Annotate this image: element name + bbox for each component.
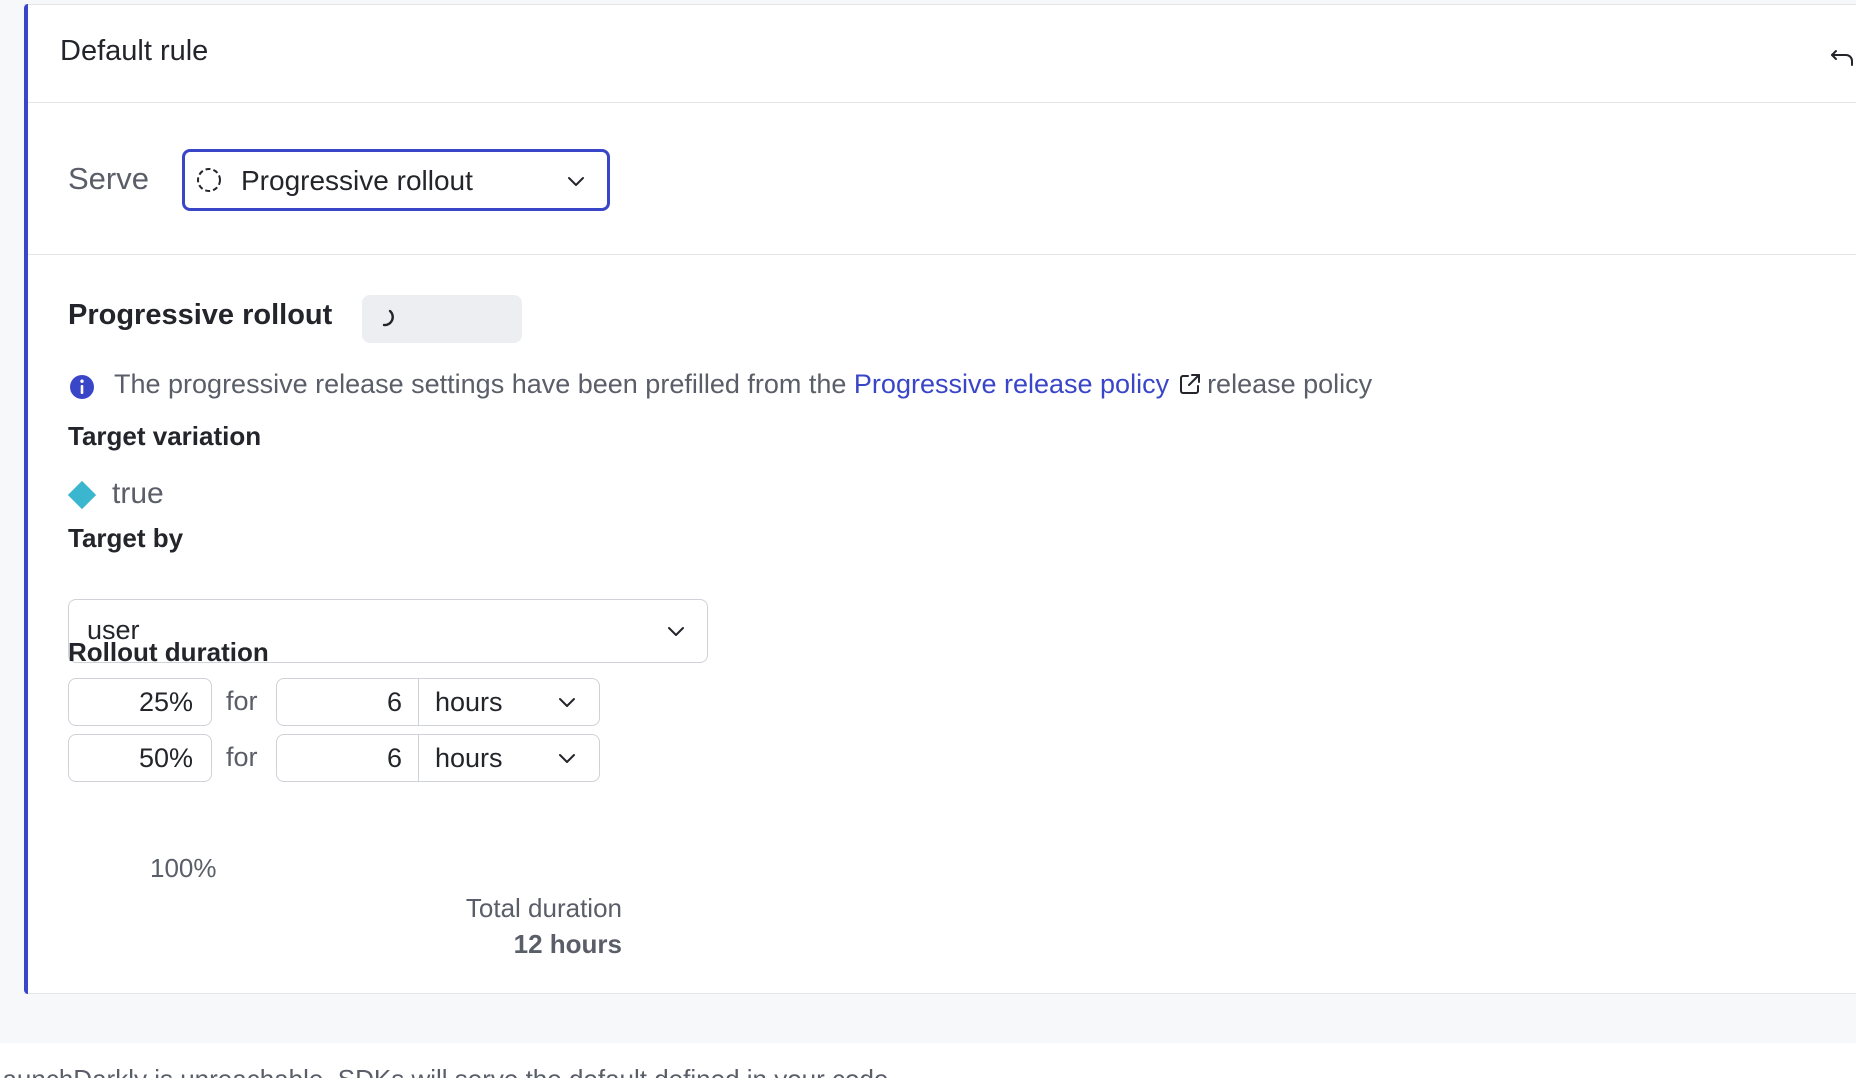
total-duration-value: 12 hours (513, 929, 622, 959)
release-policy-link[interactable]: Progressive release policy (854, 369, 1169, 399)
serve-label: Serve (68, 161, 149, 196)
for-label: for (226, 742, 258, 772)
chevron-down-icon (559, 698, 575, 707)
step-unit-value: hours (435, 687, 503, 717)
info-prefix: The progressive release settings have be… (114, 369, 847, 399)
footer-notice: LaunchDarkly is unreachable, SDKs will s… (0, 1064, 888, 1078)
card-accent-bar (24, 4, 28, 994)
step-percent-input[interactable]: 25% (68, 678, 212, 726)
variation-diamond-icon (67, 480, 97, 510)
variation-text: true (112, 477, 164, 510)
chevron-down-icon (559, 754, 575, 763)
chevron-down-icon (568, 177, 584, 186)
external-link-icon[interactable] (1177, 371, 1203, 397)
step-duration-input[interactable]: 6 (277, 679, 419, 725)
serve-section: Serve Progressive rollout (24, 103, 1856, 255)
target-variation-label: Target variation (68, 421, 262, 451)
step-duration-group: 6 hours (276, 678, 600, 726)
step-duration-input[interactable]: 6 (277, 735, 419, 781)
undo-icon[interactable] (1828, 43, 1856, 71)
total-duration-label: Total duration (465, 893, 622, 923)
step-unit-value: hours (435, 743, 503, 773)
info-icon (70, 375, 94, 399)
step-percent-input[interactable]: 50% (68, 734, 212, 782)
step-duration-group: 6 hours (276, 734, 600, 782)
rollout-step-row: 50% for 6 hours (68, 734, 608, 782)
final-percent: 100% (150, 853, 217, 883)
loading-pill (362, 295, 522, 343)
step-unit-select[interactable]: hours (419, 679, 599, 725)
dashed-circle-icon (197, 168, 221, 192)
info-text: The progressive release settings have be… (114, 369, 1372, 400)
chevron-down-icon (668, 627, 684, 636)
default-rule-card: Default rule Serve Progressive rollout P… (24, 4, 1856, 994)
for-label: for (226, 686, 258, 716)
rollout-step-row: 25% for 6 hours (68, 678, 608, 726)
step-unit-select[interactable]: hours (419, 735, 599, 781)
serve-select[interactable]: Progressive rollout (182, 149, 610, 211)
progressive-rollout-section: Progressive rollout The progressive rele… (24, 255, 1856, 995)
info-suffix: release policy (1207, 369, 1373, 399)
target-by-label: Target by (68, 523, 184, 553)
rollout-duration-label: Rollout duration (68, 637, 269, 667)
card-title: Default rule (60, 35, 209, 67)
page: Default rule Serve Progressive rollout P… (0, 0, 1856, 1078)
section-title: Progressive rollout (68, 299, 333, 331)
loading-spinner-icon (382, 309, 394, 327)
serve-select-value: Progressive rollout (241, 165, 473, 196)
card-header: Default rule (24, 5, 1856, 103)
